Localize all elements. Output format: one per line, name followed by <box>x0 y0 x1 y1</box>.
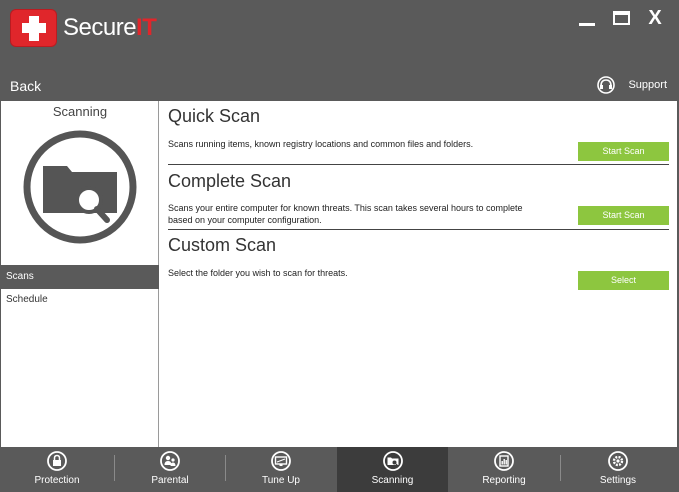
custom-scan-description: Select the folder you wish to scan for t… <box>168 268 348 278</box>
quick-scan-title: Quick Scan <box>168 106 261 126</box>
back-button[interactable]: Back <box>10 78 41 94</box>
custom-scan-section: Custom Scan Select the folder you wish t… <box>168 235 669 295</box>
bottom-nav: Protection Parental Tune Up Scanning Rep… <box>0 447 679 492</box>
gear-icon <box>608 451 628 471</box>
lock-icon <box>47 451 67 471</box>
brand-it: IT <box>136 14 157 41</box>
nav-label: Scanning <box>371 475 414 486</box>
report-icon <box>494 451 514 471</box>
nav-parental[interactable]: Parental <box>115 447 225 492</box>
section-divider <box>168 229 669 230</box>
custom-scan-select-button[interactable]: Select <box>578 271 669 290</box>
parental-icon <box>160 451 180 471</box>
custom-scan-title: Custom Scan <box>168 235 277 255</box>
nav-scanning[interactable]: Scanning <box>337 447 448 492</box>
red-cross-icon <box>10 9 57 47</box>
sidebar-item-schedule[interactable]: Schedule <box>1 288 159 312</box>
sidebar: Scanning Scans Schedule <box>1 101 159 447</box>
quick-scan-section: Quick Scan Scans running items, known re… <box>168 106 669 164</box>
close-button[interactable]: X <box>645 7 665 29</box>
quick-scan-description: Scans running items, known registry loca… <box>168 139 474 149</box>
nav-label: Tune Up <box>262 475 300 486</box>
sidebar-item-scans[interactable]: Scans <box>1 265 159 289</box>
window-controls: X <box>577 7 665 29</box>
nav-label: Protection <box>34 475 80 486</box>
quick-scan-start-button[interactable]: Start Scan <box>578 142 669 161</box>
headset-icon <box>597 76 616 94</box>
complete-scan-title: Complete Scan <box>168 171 292 191</box>
nav-label: Settings <box>599 475 637 486</box>
complete-scan-start-button[interactable]: Start Scan <box>578 206 669 225</box>
maximize-button[interactable] <box>611 8 631 28</box>
app-window: SecureIT X Back Support Scanning Scans S… <box>0 0 679 492</box>
minimize-icon <box>579 22 595 26</box>
maximize-icon <box>612 11 630 25</box>
support-label: Support <box>628 79 667 91</box>
brand-secure: Secure <box>63 14 137 41</box>
sidebar-title: Scanning <box>52 104 108 119</box>
complete-scan-description: Scans your entire computer for known thr… <box>168 203 523 225</box>
scan-folder-icon <box>382 451 403 471</box>
scan-content: Quick Scan Scans running items, known re… <box>160 101 677 447</box>
nav-settings[interactable]: Settings <box>561 447 675 492</box>
nav-tune-up[interactable]: Tune Up <box>226 447 336 492</box>
brand-name: SecureIT <box>63 14 157 42</box>
main-panel: Scanning Scans Schedule Quick Scan Scans… <box>1 101 677 447</box>
support-button[interactable]: Support <box>596 75 667 95</box>
nav-reporting[interactable]: Reporting <box>449 447 559 492</box>
app-logo: SecureIT <box>10 9 157 47</box>
monitor-icon <box>271 451 291 471</box>
section-divider <box>168 164 669 165</box>
nav-protection[interactable]: Protection <box>0 447 114 492</box>
nav-label: Reporting <box>482 475 526 486</box>
minimize-button[interactable] <box>577 8 597 28</box>
scan-folder-icon <box>23 130 137 244</box>
nav-label: Parental <box>151 475 189 486</box>
complete-scan-section: Complete Scan Scans your entire computer… <box>168 171 669 229</box>
